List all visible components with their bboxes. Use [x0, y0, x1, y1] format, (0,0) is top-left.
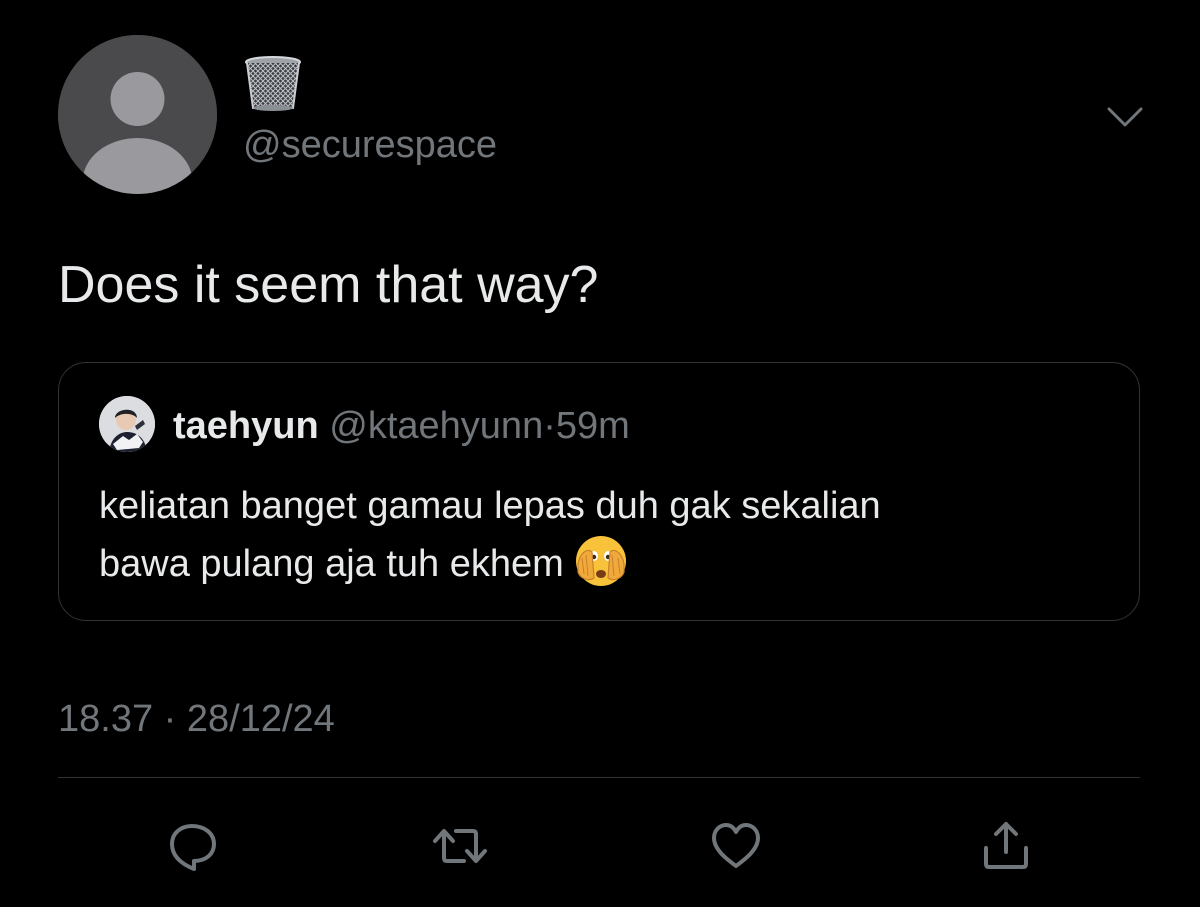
retweet-button[interactable] [430, 818, 490, 874]
quoted-author-handle[interactable]: @ktaehyunn [329, 405, 543, 447]
author-avatar[interactable] [58, 35, 217, 194]
wastebasket-icon [245, 56, 301, 111]
default-avatar-icon [58, 35, 217, 194]
quoted-author-name[interactable]: taehyun [173, 405, 319, 447]
face-with-hand-over-eyes-icon [575, 536, 626, 586]
retweet-icon [433, 829, 487, 863]
profile-photo-icon [99, 396, 155, 452]
quoted-tweet-header: taehyun @ktaehyunn·59m [173, 403, 630, 449]
tweet-time: 18.37 [58, 698, 154, 740]
divider [58, 777, 1140, 778]
quoted-tweet-line: bawa pulang aja tuh ekhem [99, 534, 1109, 592]
reply-button[interactable] [162, 818, 222, 874]
tweet-date: 28/12/24 [186, 698, 335, 740]
heart-icon [712, 823, 760, 868]
chevron-down-icon [1107, 107, 1143, 127]
tweet-text: Does it seem that way? [58, 256, 599, 314]
quoted-tweet-card[interactable]: taehyun @ktaehyunn·59m keliatan banget g… [58, 362, 1140, 621]
quoted-author-avatar[interactable] [99, 396, 155, 452]
more-options-button[interactable] [1104, 102, 1146, 132]
quoted-tweet-text: keliatan banget gamau lepas duh gak seka… [99, 479, 1109, 592]
separator-dot: · [163, 698, 177, 740]
quoted-tweet-time: 59m [555, 405, 630, 447]
separator-dot: · [543, 405, 556, 447]
share-button[interactable] [976, 818, 1036, 874]
like-button[interactable] [706, 818, 766, 874]
quoted-tweet-line-text: bawa pulang aja tuh ekhem [99, 543, 564, 585]
share-icon [984, 822, 1028, 869]
author-handle[interactable]: @securespace [243, 122, 497, 168]
tweet-timestamp[interactable]: 18.37 · 28/12/24 [58, 696, 335, 742]
quoted-tweet-line: keliatan banget gamau lepas duh gak seka… [99, 485, 881, 527]
reply-icon [170, 824, 216, 871]
